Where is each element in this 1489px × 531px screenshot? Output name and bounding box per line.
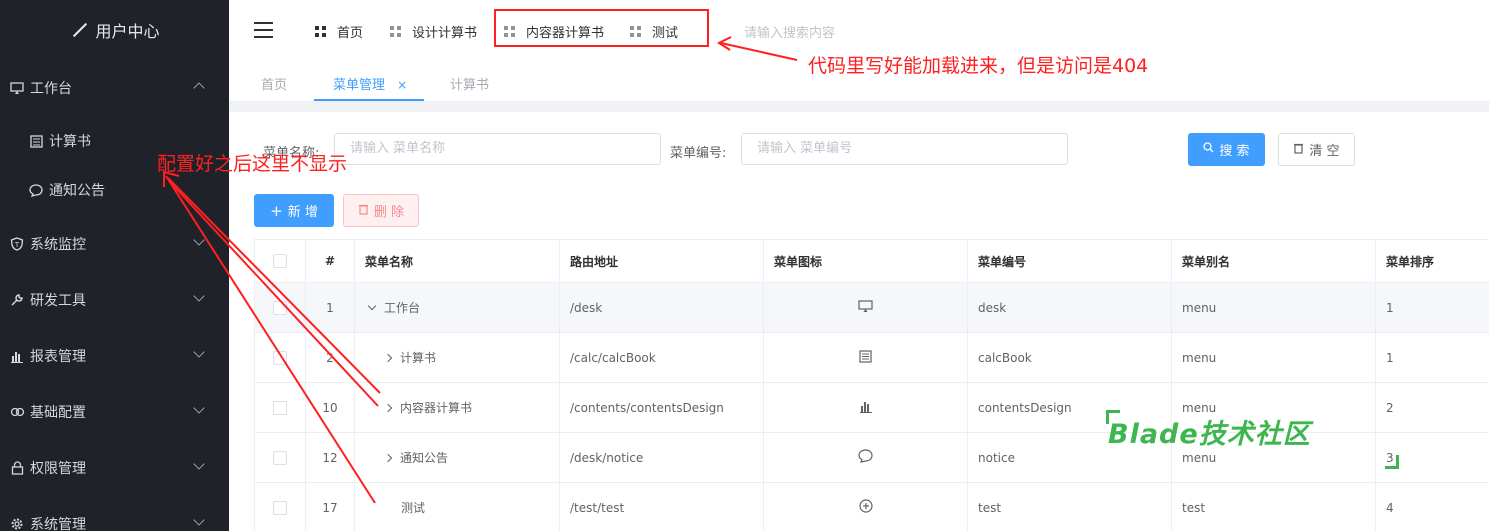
- watermark-text: Blade技术社区: [1108, 419, 1311, 450]
- annotation-arrows: [163, 36, 798, 504]
- watermark-bracket: [1385, 455, 1399, 469]
